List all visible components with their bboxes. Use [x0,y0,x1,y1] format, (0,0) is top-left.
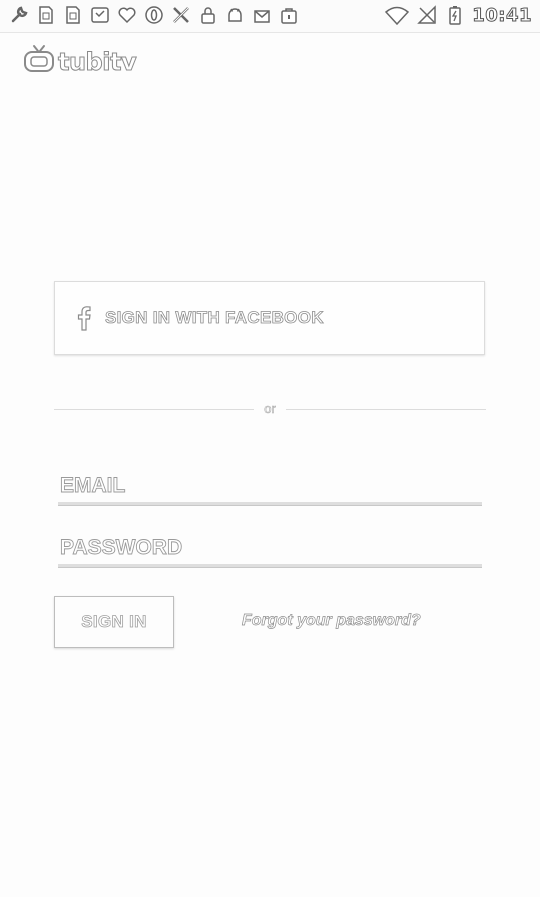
bag-icon [278,4,300,26]
mail-icon [251,4,273,26]
password-field[interactable] [58,532,482,564]
voicemail-icon [89,4,111,26]
email-underline [58,502,482,506]
android-icon [224,4,246,26]
lock-icon [197,4,219,26]
forgot-password-link[interactable]: Forgot your password? [242,612,421,630]
sim-icon [35,4,57,26]
or-divider-label: or [264,401,276,417]
notification-icons [8,4,300,26]
logo-text: tubitv [57,47,137,76]
status-bar: 10:41 [0,0,540,33]
battery-icon [444,4,466,26]
facebook-icon [77,305,91,331]
email-field[interactable] [58,470,482,502]
wrench-icon [8,4,30,26]
clock: 10:41 [472,4,532,26]
sign-in-button[interactable]: SIGN IN [54,596,174,648]
tools-icon [170,4,192,26]
divider-line [54,409,254,410]
password-underline [58,564,482,568]
no-signal-icon [416,4,438,26]
email-field-wrapper [58,470,482,506]
tubitv-logo: tubitv [22,44,137,79]
system-icons: 10:41 [384,4,532,26]
heart-icon [116,4,138,26]
facebook-button-label: SIGN IN WITH FACEBOOK [105,308,324,328]
opera-icon [143,4,165,26]
sim-icon [62,4,84,26]
divider-line [286,409,486,410]
wifi-icon [384,4,410,26]
password-field-wrapper [58,532,482,568]
facebook-signin-button[interactable]: SIGN IN WITH FACEBOOK [54,281,485,355]
tv-icon [22,44,56,79]
